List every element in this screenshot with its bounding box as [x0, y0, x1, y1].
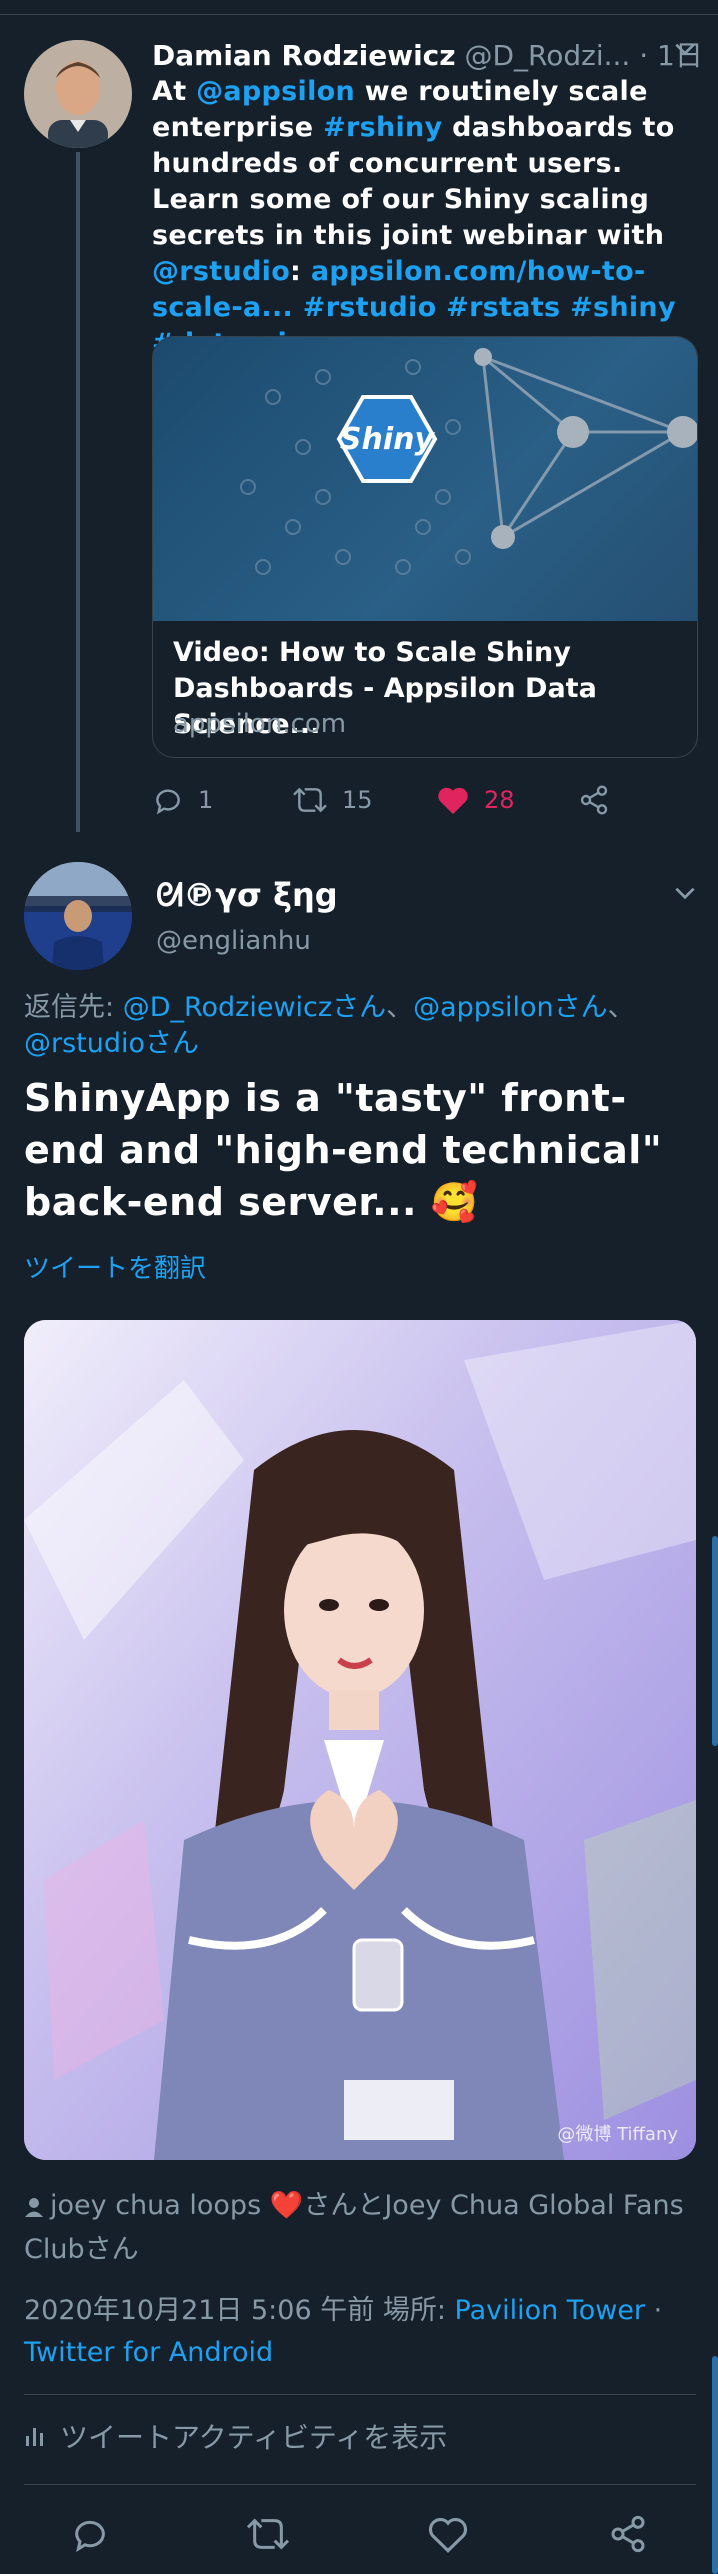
reply-button[interactable]: 1: [152, 778, 213, 822]
like-button[interactable]: 28: [436, 778, 515, 822]
client-link[interactable]: Twitter for Android: [24, 2337, 273, 2368]
card-domain: appsilon.com: [173, 709, 347, 739]
thread-connector: [76, 152, 80, 832]
card-image: Shiny: [153, 337, 697, 621]
retweet-icon: [246, 2518, 290, 2550]
tweet-activity-link[interactable]: ツイートアクティビティを表示: [24, 2416, 447, 2456]
tweet-text-segment: [293, 292, 303, 323]
share-button[interactable]: [578, 778, 610, 822]
tweet-activity-label: ツイートアクティビティを表示: [60, 2421, 448, 2454]
liked-by-text: joey chua loops ❤️さんとJoey Chua Global Fa…: [24, 2190, 684, 2265]
place-link[interactable]: Pavilion Tower: [455, 2295, 646, 2326]
photo-content: [24, 1320, 696, 2160]
share-icon: [580, 785, 608, 815]
tweet-link[interactable]: #shiny: [570, 292, 676, 323]
reply-icon: [75, 2520, 105, 2553]
tweet-text-segment: At: [152, 76, 197, 107]
user-handle[interactable]: @englianhu: [156, 926, 311, 956]
liked-by[interactable]: joey chua loops ❤️さんとJoey Chua Global Fa…: [24, 2184, 704, 2272]
tweet-header: Damian Rodziewicz @D_Rodzi... · 1日: [152, 34, 703, 74]
heart-icon: [428, 2518, 468, 2553]
retweet-icon: [293, 787, 327, 813]
tweet-text-segment: [560, 292, 570, 323]
photo-watermark: @微博 Tiffany: [557, 2124, 678, 2145]
avatar[interactable]: [24, 40, 132, 148]
reply-to-user-link[interactable]: @rstudioさん: [24, 1028, 199, 1059]
reply-count: 1: [198, 786, 214, 814]
reply-button[interactable]: [66, 2510, 114, 2558]
share-button[interactable]: [604, 2510, 652, 2558]
tweet-link[interactable]: #rshiny: [323, 112, 442, 143]
avatar-portrait: [24, 40, 132, 148]
reply-to-user-link[interactable]: @appsilonさん: [413, 992, 608, 1023]
reply-to-separator: 、: [386, 992, 414, 1023]
chevron-down-icon[interactable]: [672, 36, 698, 69]
share-icon: [611, 2515, 645, 2553]
tweet-link[interactable]: @rstudio: [152, 256, 290, 287]
chevron-down-icon[interactable]: [672, 880, 698, 913]
top-divider: [0, 0, 718, 15]
tweet-action-bar: [0, 2494, 718, 2574]
like-button[interactable]: [424, 2510, 472, 2558]
person-icon: [25, 2197, 43, 2217]
meta-separator: ·: [645, 2295, 663, 2326]
tweet-date: 2020年10月21日 5:06 午前: [24, 2295, 375, 2326]
retweet-button[interactable]: [244, 2510, 292, 2558]
reply-to-user-link[interactable]: @D_Rodziewiczさん: [123, 992, 386, 1023]
card-badge: Shiny: [340, 422, 436, 457]
tweet-link[interactable]: @appsilon: [196, 76, 355, 107]
heart-filled-icon: [438, 787, 468, 815]
divider: [24, 2484, 696, 2485]
tweet-meta: 2020年10月21日 5:06 午前 場所: Pavilion Tower ·…: [24, 2290, 704, 2374]
avatar[interactable]: [24, 862, 132, 970]
tweet-text: At @appsilon we routinely scale enterpri…: [152, 74, 692, 362]
like-count: 28: [484, 786, 515, 814]
tweet-text-segment: [436, 292, 446, 323]
translate-tweet-link[interactable]: ツイートを翻訳: [24, 1248, 206, 1285]
scrollbar-thumb[interactable]: [712, 1536, 718, 1746]
tweet-photo[interactable]: @微博 Tiffany: [24, 1320, 696, 2160]
reply-to-separator: 、: [607, 992, 635, 1023]
tweet-text: ShinyApp is a "tasty" front-end and "hig…: [24, 1076, 663, 1224]
tweet-link[interactable]: #rstudio: [303, 292, 437, 323]
scrollbar-thumb[interactable]: [712, 2356, 718, 2574]
user-handle[interactable]: @D_Rodzi...: [464, 39, 630, 72]
place-label: 場所:: [374, 2295, 455, 2326]
retweet-button[interactable]: 15: [292, 778, 373, 822]
reply-to-label: 返信先:: [24, 992, 123, 1023]
retweet-count: 15: [342, 786, 373, 814]
reply-icon: [156, 789, 180, 815]
tweet-actions: 1 15 28: [152, 778, 702, 822]
display-name[interactable]: ᘛ℗γσ ξηg: [156, 876, 338, 915]
divider: [24, 2394, 696, 2395]
tweet-text-segment: :: [290, 256, 311, 287]
bar-chart-icon: [26, 2428, 43, 2446]
tweet-link[interactable]: #rstats: [446, 292, 560, 323]
link-card[interactable]: Shiny Video: How to Scale Shiny Dashboar…: [152, 336, 698, 758]
reply-to: 返信先: @D_Rodziewiczさん、@appsilonさん、@rstudi…: [24, 990, 704, 1062]
display-name[interactable]: Damian Rodziewicz: [152, 39, 456, 72]
avatar-portrait: [24, 862, 132, 970]
